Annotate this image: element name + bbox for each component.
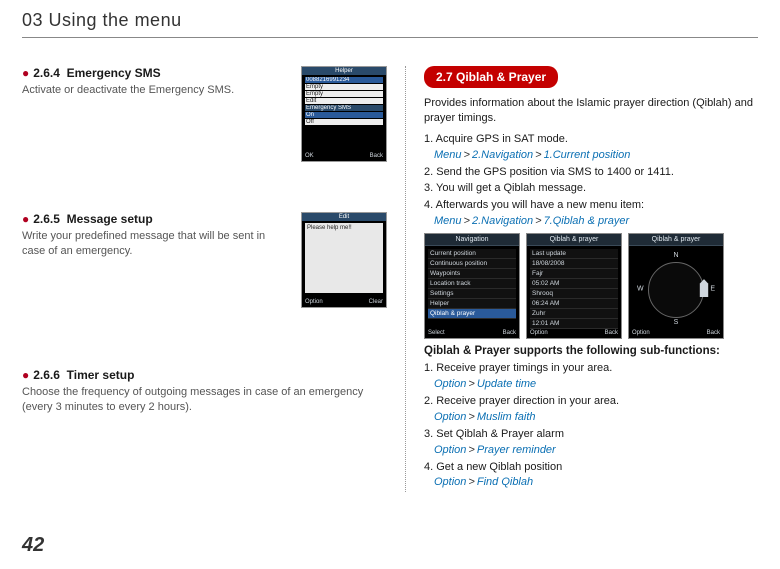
path-segment: 1.Current position <box>544 149 631 161</box>
softkey-right: Back <box>605 330 618 336</box>
menu-path: Option>Update time <box>434 378 758 390</box>
thumb-row: 12:01 AM <box>530 319 618 329</box>
thumb-row: Waypoints <box>428 269 516 279</box>
path-segment: Option <box>434 444 466 456</box>
softkey-right: Back <box>707 330 720 336</box>
thumb-row: Emergency SMS <box>305 105 383 111</box>
divider <box>22 37 758 38</box>
section-number: 2.6.4 <box>33 66 60 80</box>
intro-paragraph: Provides information about the Islamic p… <box>424 96 758 126</box>
section-banner: 2.7 Qiblah & Prayer <box>424 66 558 88</box>
list-item: 2. Send the GPS position via SMS to 1400… <box>424 165 758 180</box>
thumb-row: Empty <box>305 91 383 97</box>
path-segment: Find Qiblah <box>477 476 533 488</box>
list-item: 4. Afterwards you will have a new menu i… <box>424 198 758 213</box>
section-body: Write your predefined message that will … <box>22 229 277 259</box>
thumb-row: Location track <box>428 279 516 289</box>
thumb-title: Edit <box>302 213 386 221</box>
thumb-title: Qiblah & prayer <box>527 234 621 246</box>
path-segment: 2.Navigation <box>472 215 533 227</box>
section-body: Choose the frequency of outgoing message… <box>22 385 387 415</box>
path-segment: Muslim faith <box>477 411 536 423</box>
section-body: Activate or deactivate the Emergency SMS… <box>22 83 277 98</box>
path-segment: Menu <box>434 149 462 161</box>
thumb-row: 06:24 AM <box>530 299 618 309</box>
mosque-icon <box>697 279 711 297</box>
softkey-left: Option <box>305 299 323 305</box>
list-item: 2. Receive prayer direction in your area… <box>424 394 758 409</box>
menu-path: Option>Find Qiblah <box>434 476 758 488</box>
softkey-right: Clear <box>369 299 383 305</box>
thumb-row: Zuhr <box>530 309 618 319</box>
menu-path: Option>Prayer reminder <box>434 444 758 456</box>
path-segment: Update time <box>477 378 536 390</box>
list-item: 1. Receive prayer timings in your area. <box>424 361 758 376</box>
thumb-row: Edit <box>305 98 383 104</box>
page-number: 42 <box>22 534 44 557</box>
path-segment: 2.Navigation <box>472 149 533 161</box>
softkey-left: OK <box>305 153 314 159</box>
thumb-row: 0088216991234 <box>305 77 383 83</box>
thumb-row: Last update <box>530 249 618 259</box>
menu-path: Menu>2.Navigation>7.Qiblah & prayer <box>434 215 758 227</box>
section-title: Timer setup <box>67 368 135 382</box>
section-number: 2.6.6 <box>33 368 60 382</box>
list-item: 3. You will get a Qiblah message. <box>424 181 758 196</box>
thumb-row: Qiblah & prayer <box>428 309 516 319</box>
bullet-icon: ● <box>22 67 29 79</box>
phone-screenshot: Qiblah & prayer NSWE Option Back <box>628 233 724 339</box>
thumb-row: Off <box>305 119 383 125</box>
path-segment: Option <box>434 411 466 423</box>
section-title: Message setup <box>67 212 153 226</box>
thumb-row: Current position <box>428 249 516 259</box>
path-segment: Option <box>434 378 466 390</box>
bullet-icon: ● <box>22 213 29 225</box>
menu-path: Option>Muslim faith <box>434 411 758 423</box>
thumb-row: Shrooq <box>530 289 618 299</box>
section-title: Emergency SMS <box>67 66 161 80</box>
softkey-right: Back <box>503 330 516 336</box>
phone-screenshot: Edit Please help me!! Option Clear <box>301 212 387 308</box>
section-number: 2.6.5 <box>33 212 60 226</box>
thumb-row: 05:02 AM <box>530 279 618 289</box>
thumb-row: Continuous position <box>428 259 516 269</box>
list-item: 4. Get a new Qiblah position <box>424 460 758 475</box>
phone-screenshot: Navigation Current positionContinuous pos… <box>424 233 520 339</box>
thumb-title: Qiblah & prayer <box>629 234 723 246</box>
compass: NSWE <box>639 256 713 322</box>
subheading: Qiblah & Prayer supports the following s… <box>424 345 758 357</box>
thumb-row: On <box>305 112 383 118</box>
thumb-row: Empty <box>305 84 383 90</box>
path-segment: 7.Qiblah & prayer <box>544 215 630 227</box>
list-item: 1. Acquire GPS in SAT mode. <box>424 132 758 147</box>
thumb-text: Please help me!! <box>305 223 383 293</box>
softkey-left: Option <box>632 330 650 336</box>
thumb-title: Navigation <box>425 234 519 246</box>
section-heading: ● 2.6.6 Timer setup <box>22 368 387 382</box>
phone-screenshot: Qiblah & prayer Last update 18/08/2008Faj… <box>526 233 622 339</box>
menu-path: Menu>2.Navigation>1.Current position <box>434 149 758 161</box>
thumb-row: Settings <box>428 289 516 299</box>
path-segment: Option <box>434 476 466 488</box>
thumb-row: 18/08/2008 <box>530 259 618 269</box>
softkey-left: Option <box>530 330 548 336</box>
bullet-icon: ● <box>22 369 29 381</box>
thumb-row: Helper <box>428 299 516 309</box>
phone-screenshot: Helper 0088216991234 Empty Empty Edit Em… <box>301 66 387 162</box>
path-segment: Menu <box>434 215 462 227</box>
chapter-title: 03 Using the menu <box>22 10 758 31</box>
thumb-title: Helper <box>302 67 386 75</box>
thumb-row: Fajr <box>530 269 618 279</box>
list-item: 3. Set Qiblah & Prayer alarm <box>424 427 758 442</box>
softkey-left: Select <box>428 330 445 336</box>
softkey-right: Back <box>370 153 383 159</box>
path-segment: Prayer reminder <box>477 444 556 456</box>
